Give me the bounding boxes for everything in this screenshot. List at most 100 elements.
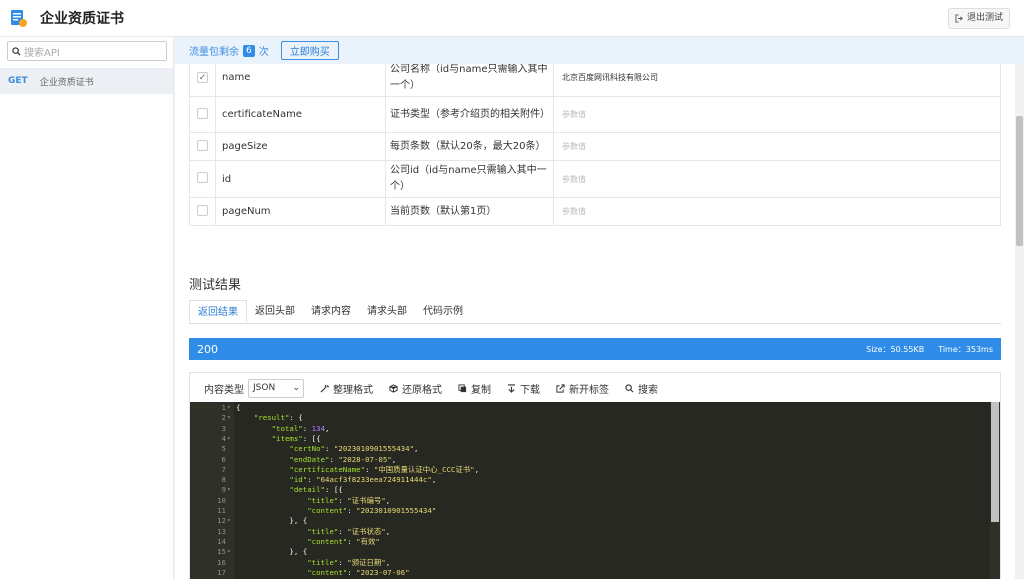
quota-count: 6: [243, 44, 255, 57]
line-number: 10: [217, 495, 226, 505]
sidebar: 搜索API GET 企业资质证书: [0, 37, 174, 579]
search-icon: [12, 46, 21, 56]
content-type-select[interactable]: JSON ⌄: [248, 378, 304, 398]
line-number: 11: [217, 506, 226, 515]
search-label: 搜索: [638, 384, 658, 396]
code-line: 17 "content": "2023-07-06": [190, 568, 990, 578]
param-name: name: [215, 64, 386, 97]
api-search-input[interactable]: 搜索API: [7, 41, 167, 61]
download-label: 下载: [520, 384, 540, 396]
line-number: 17: [217, 567, 226, 577]
table-row: id 公司id（id与name只需输入其中一个） 参数值: [189, 160, 1001, 198]
code-line: 7 "certificateName": "中国质量认证中心_CCC证书",: [190, 465, 990, 475]
quota-prefix: 流量包剩余: [189, 47, 239, 58]
param-desc: 证书类型（参考介绍页的相关附件）: [385, 96, 554, 133]
param-checkbox[interactable]: [197, 139, 208, 151]
download-button[interactable]: 下载: [507, 381, 540, 396]
param-checkbox[interactable]: [197, 172, 208, 183]
param-checkbox[interactable]: [197, 72, 208, 83]
line-number: 8: [221, 475, 226, 485]
code-text: "content": "2023-07-06": [307, 567, 410, 577]
search-placeholder: 搜索API: [24, 47, 60, 59]
code-line: 2 ▾ "result": {: [190, 413, 990, 423]
page-scrollbar[interactable]: [1015, 64, 1024, 579]
main-content: name 公司名称（id与name只需输入其中一个） 北京百度网讯科技有限公司 …: [175, 64, 1015, 579]
tab-response-headers[interactable]: 返回头部: [247, 300, 303, 323]
code-text: "content": "有效": [307, 536, 380, 546]
param-name: id: [215, 160, 386, 198]
param-name: pageSize: [215, 132, 386, 161]
params-table: name 公司名称（id与name只需输入其中一个） 北京百度网讯科技有限公司 …: [189, 64, 1001, 226]
sidebar-item-api[interactable]: GET 企业资质证书: [0, 68, 173, 94]
tab-request-headers[interactable]: 请求头部: [359, 300, 415, 323]
tab-request-body[interactable]: 请求内容: [303, 300, 359, 323]
content-type-label: 内容类型: [204, 384, 244, 396]
restore-button[interactable]: 还原格式: [389, 381, 442, 396]
top-bar: 企业资质证书 退出测试: [0, 0, 1024, 37]
code-line: 12 ▾ }, {: [190, 516, 990, 526]
param-value-input[interactable]: 北京百度网讯科技有限公司: [553, 64, 1001, 97]
line-number: 16: [217, 557, 226, 567]
line-number: 9: [221, 485, 226, 495]
chevron-down-icon: ⌄: [292, 383, 300, 393]
exit-test-label: 退出测试: [966, 13, 1003, 23]
param-checkbox[interactable]: [197, 204, 208, 216]
code-line: 10 "title": "证书编号",: [190, 496, 990, 506]
app-logo-icon: [11, 10, 27, 27]
tab-response-body[interactable]: 返回结果: [189, 300, 247, 323]
copy-button[interactable]: 复制: [458, 381, 491, 396]
code-text: "certNo": "2023010901555434",: [289, 444, 419, 454]
new-tab-button[interactable]: 新开标签: [556, 381, 609, 396]
fold-toggle-icon[interactable]: ▾: [227, 434, 231, 444]
format-button[interactable]: 整理格式: [320, 381, 373, 396]
code-text: "result": {: [253, 413, 303, 423]
code-editor[interactable]: 1 ▾{2 ▾ "result": {3 "total": 134, 4 ▾ "item…: [190, 402, 1000, 579]
code-text: "endDate": "2028-07-05",: [289, 454, 397, 464]
line-number: 4: [221, 433, 226, 443]
code-line: 15 ▾ }, {: [190, 547, 990, 557]
external-link-icon: [556, 383, 565, 393]
format-label: 整理格式: [333, 384, 373, 396]
line-number: 6: [221, 454, 226, 464]
search-button[interactable]: 搜索: [625, 381, 658, 396]
response-viewer: 内容类型 JSON ⌄ 整理格式 还原格式 复制 下载 新开标签 搜索 1 ▾ …: [189, 372, 1001, 579]
line-number: 5: [221, 444, 226, 454]
table-row: name 公司名称（id与name只需输入其中一个） 北京百度网讯科技有限公司: [189, 64, 1001, 97]
code-text: "title": "证书编号",: [307, 495, 391, 505]
tab-code-example[interactable]: 代码示例: [415, 300, 471, 323]
api-method-badge: GET: [8, 76, 28, 86]
param-value-input[interactable]: 参数值: [553, 96, 1001, 133]
line-number: 3: [221, 423, 226, 433]
code-text: "items": [{: [271, 433, 321, 443]
param-desc: 公司id（id与name只需输入其中一个）: [385, 160, 554, 198]
viewer-toolbar: 内容类型 JSON ⌄ 整理格式 还原格式 复制 下载 新开标签 搜索: [190, 373, 1000, 403]
fold-toggle-icon[interactable]: ▾: [227, 403, 231, 413]
app-title: 企业资质证书: [40, 11, 124, 27]
fold-toggle-icon[interactable]: ▾: [227, 485, 231, 495]
line-number: 2: [221, 413, 226, 423]
code-line: 9 ▾ "detail": [{: [190, 485, 990, 495]
restore-label: 还原格式: [402, 384, 442, 396]
editor-scroll-thumb[interactable]: [991, 402, 999, 522]
api-name: 企业资质证书: [39, 77, 94, 88]
quota-bar: 流量包剩余 6 次 立即购买: [175, 37, 1024, 64]
fold-toggle-icon[interactable]: ▾: [227, 516, 231, 526]
param-value-input[interactable]: 参数值: [553, 197, 1001, 226]
fold-toggle-icon[interactable]: ▾: [227, 547, 231, 557]
code-text: "detail": [{: [289, 485, 343, 495]
exit-test-button[interactable]: 退出测试: [947, 8, 1010, 29]
param-value-input[interactable]: 参数值: [553, 132, 1001, 161]
code-text: }, {: [236, 547, 308, 557]
param-name: certificateName: [215, 96, 386, 133]
param-checkbox[interactable]: [197, 107, 208, 119]
code-text: "title": "颁证日期",: [307, 557, 391, 567]
buy-now-button[interactable]: 立即购买: [280, 41, 339, 60]
code-text: "total": 134,: [271, 423, 330, 433]
editor-scrollbar[interactable]: [990, 402, 1000, 579]
fold-toggle-icon[interactable]: ▾: [227, 413, 231, 423]
line-number: 15: [217, 547, 226, 557]
page-scroll-thumb[interactable]: [1016, 116, 1023, 246]
param-name: pageNum: [215, 197, 386, 226]
code-line: 14 "content": "有效": [190, 537, 990, 547]
param-value-input[interactable]: 参数值: [553, 160, 1001, 198]
